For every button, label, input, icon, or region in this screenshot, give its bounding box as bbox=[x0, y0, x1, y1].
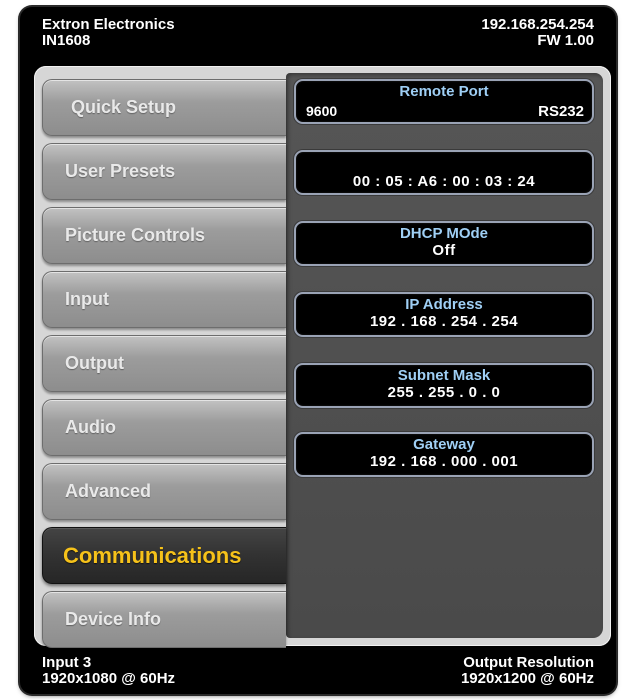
ip-address-value: 192 . 168 . 254 . 254 bbox=[369, 313, 519, 330]
device-ip: 192.168.254.254 bbox=[481, 16, 594, 33]
output-label: Output Resolution bbox=[463, 654, 594, 671]
protocol-value: RS232 bbox=[538, 103, 584, 120]
mac-address-value: 00 : 05 : A6 : 00 : 03 : 24 bbox=[352, 173, 536, 190]
tab-label: Output bbox=[65, 353, 124, 373]
tab-quick-setup[interactable]: Quick Setup bbox=[42, 79, 286, 136]
tab-picture-controls[interactable]: Picture Controls bbox=[42, 207, 286, 264]
dhcp-mode-value: Off bbox=[432, 242, 456, 259]
field-label: Gateway bbox=[413, 436, 475, 453]
field-label: IP Address bbox=[405, 296, 483, 313]
tab-label: Audio bbox=[65, 417, 116, 437]
field-label: Subnet Mask bbox=[397, 367, 491, 384]
input-resolution: 1920x1080 @ 60Hz bbox=[42, 670, 176, 687]
tab-output[interactable]: Output bbox=[42, 335, 286, 392]
subnet-mask-value: 255 . 255 . 0 . 0 bbox=[387, 384, 501, 401]
output-resolution: 1920x1200 @ 60Hz bbox=[460, 670, 594, 687]
remote-port-field[interactable]: Remote Port 9600 RS232 bbox=[294, 79, 594, 124]
dhcp-mode-field[interactable]: DHCP MOde Off bbox=[294, 221, 594, 266]
brand-name: Extron Electronics bbox=[42, 16, 175, 33]
subnet-mask-field[interactable]: Subnet Mask 255 . 255 . 0 . 0 bbox=[294, 363, 594, 408]
output-status: Output Resolution 1920x1200 @ 60Hz bbox=[461, 655, 594, 687]
tab-communications[interactable]: Communications bbox=[42, 527, 286, 584]
menu-panel: Quick Setup User Presets Picture Control… bbox=[34, 66, 611, 648]
tab-label: Device Info bbox=[65, 609, 162, 629]
model-name: IN1608 bbox=[42, 32, 91, 49]
tab-label: Quick Setup bbox=[71, 97, 177, 117]
tab-advanced[interactable]: Advanced bbox=[42, 463, 286, 520]
tab-label: Input bbox=[65, 289, 109, 309]
tab-label: Advanced bbox=[65, 481, 152, 501]
tab-label: User Presets bbox=[65, 161, 176, 181]
device-network-info: 192.168.254.254 FW 1.00 bbox=[481, 17, 594, 49]
gateway-value: 192 . 168 . 000 . 001 bbox=[369, 453, 519, 470]
firmware-version: FW 1.00 bbox=[537, 32, 594, 49]
tab-device-info[interactable]: Device Info bbox=[42, 591, 286, 648]
tab-label: Picture Controls bbox=[65, 225, 206, 245]
baud-rate-value: 9600 bbox=[306, 103, 338, 119]
tab-input[interactable]: Input bbox=[42, 271, 286, 328]
ip-address-field[interactable]: IP Address 192 . 168 . 254 . 254 bbox=[294, 292, 594, 337]
tab-user-presets[interactable]: User Presets bbox=[42, 143, 286, 200]
tab-audio[interactable]: Audio bbox=[42, 399, 286, 456]
device-frame: Extron Electronics IN1608 192.168.254.25… bbox=[20, 7, 616, 694]
mac-address-field[interactable]: 00 : 05 : A6 : 00 : 03 : 24 bbox=[294, 150, 594, 195]
input-label: Input 3 bbox=[42, 654, 92, 671]
input-status: Input 3 1920x1080 @ 60Hz bbox=[42, 655, 175, 687]
gateway-field[interactable]: Gateway 192 . 168 . 000 . 001 bbox=[294, 432, 594, 477]
field-label: Remote Port bbox=[399, 83, 489, 100]
tab-label: Communications bbox=[63, 542, 242, 568]
field-label: DHCP MOde bbox=[399, 225, 489, 242]
device-identity: Extron Electronics IN1608 bbox=[42, 17, 175, 49]
